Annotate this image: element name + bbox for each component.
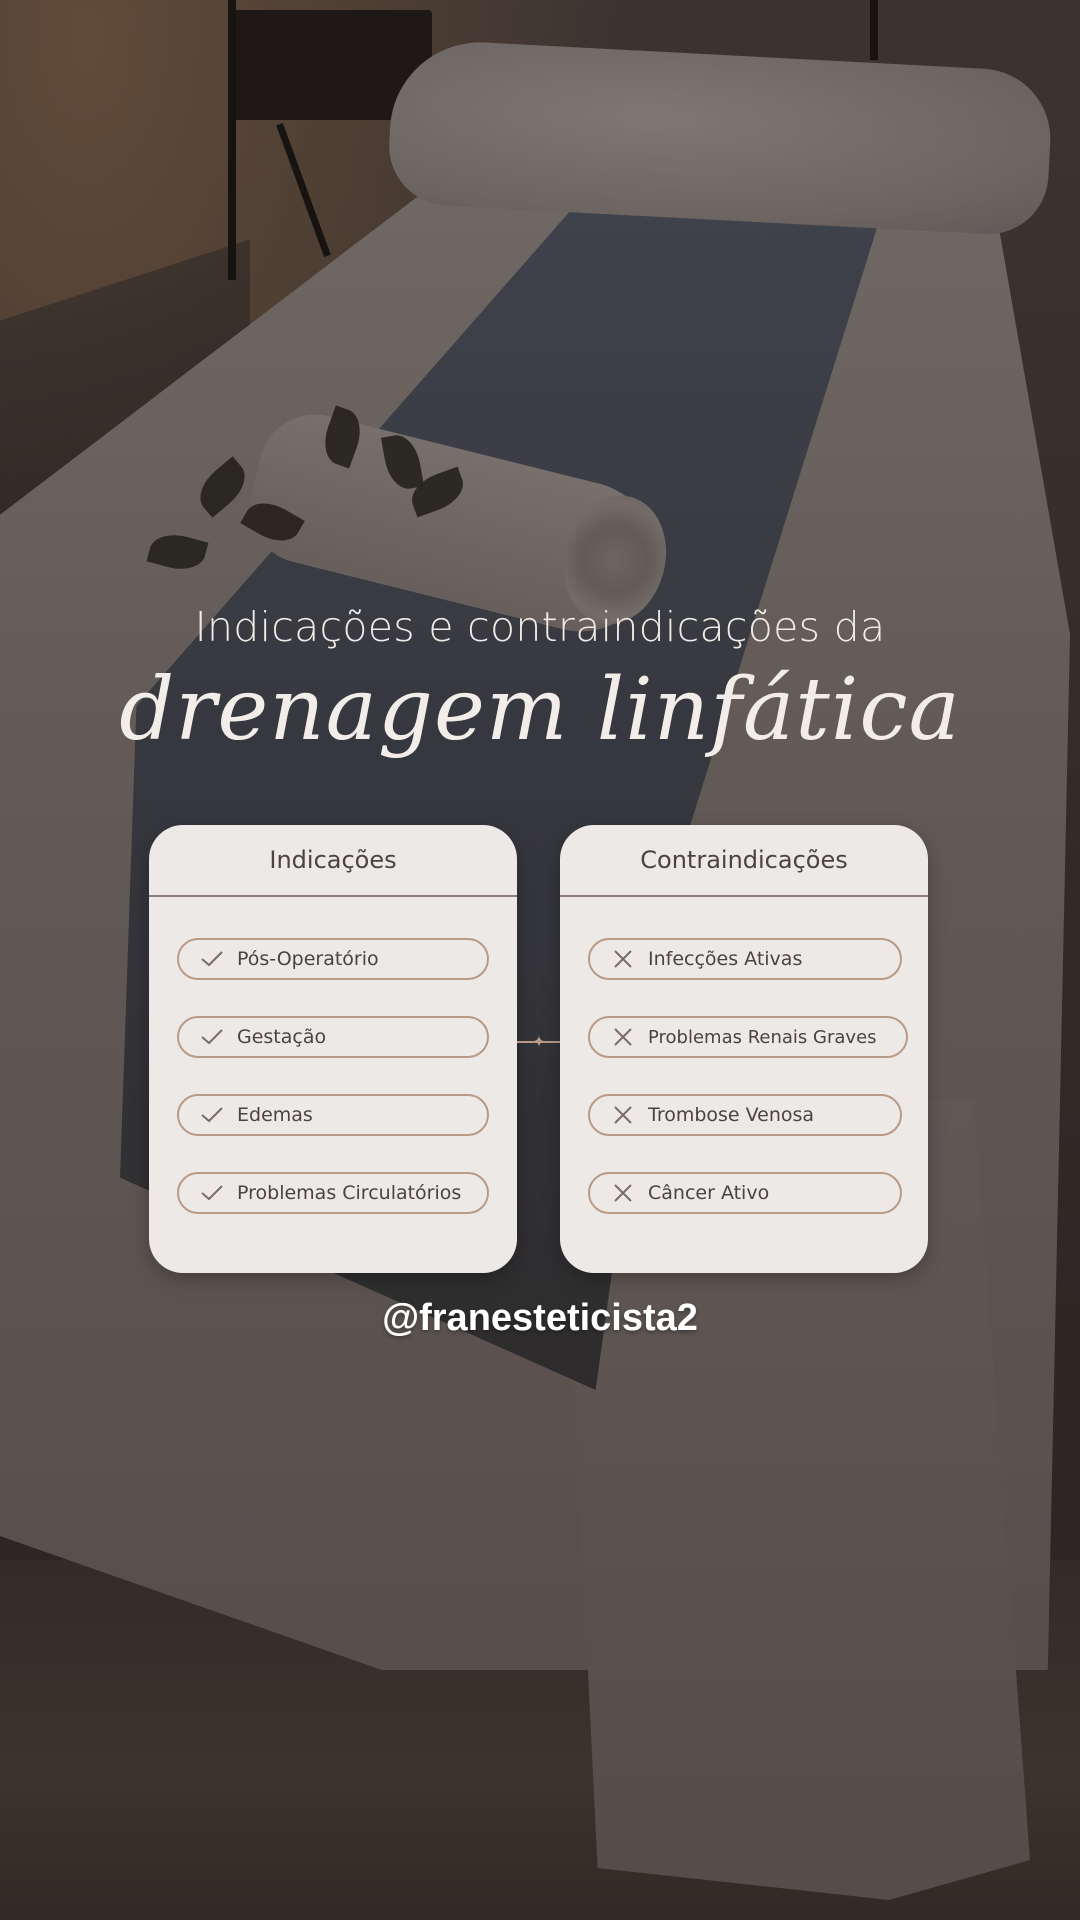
indication-label: Pós-Operatório xyxy=(237,948,379,970)
check-icon xyxy=(197,1106,227,1124)
author-handle[interactable]: @franesteticista2 xyxy=(0,1297,1080,1340)
x-icon xyxy=(608,1183,638,1203)
check-icon xyxy=(197,1184,227,1202)
contraindication-label: Câncer Ativo xyxy=(648,1182,770,1204)
indications-card: Indicações Pós-Operatório Gestação Edema… xyxy=(149,825,517,1273)
indication-item: Edemas xyxy=(177,1094,489,1136)
check-icon xyxy=(197,1028,227,1046)
indication-label: Problemas Circulatórios xyxy=(237,1182,462,1204)
contraindication-label: Infecções Ativas xyxy=(648,948,803,970)
contraindications-card: Contraindicações Infecções Ativas Proble… xyxy=(560,825,928,1273)
indication-item: Problemas Circulatórios xyxy=(177,1172,489,1214)
contraindication-label: Trombose Venosa xyxy=(648,1104,815,1126)
contraindication-item: Câncer Ativo xyxy=(588,1172,902,1214)
x-icon xyxy=(608,1027,638,1047)
indications-header: Indicações xyxy=(149,825,517,897)
title-line-2: drenagem linfática xyxy=(119,660,961,760)
contraindication-item: Trombose Venosa xyxy=(588,1094,902,1136)
indication-item: Pós-Operatório xyxy=(177,938,489,980)
contraindication-item: Infecções Ativas xyxy=(588,938,902,980)
contraindications-header: Contraindicações xyxy=(560,825,928,897)
check-icon xyxy=(197,950,227,968)
x-icon xyxy=(608,1105,638,1125)
title-line-1: Indicações e contraindicações da xyxy=(194,603,886,651)
sparkle-icon: ✦ xyxy=(532,1032,546,1051)
indication-label: Gestação xyxy=(237,1026,327,1048)
indication-label: Edemas xyxy=(237,1104,313,1126)
contraindication-item: Problemas Renais Graves xyxy=(588,1016,908,1058)
indication-item: Gestação xyxy=(177,1016,489,1058)
contraindication-label: Problemas Renais Graves xyxy=(648,1026,877,1048)
x-icon xyxy=(608,949,638,969)
